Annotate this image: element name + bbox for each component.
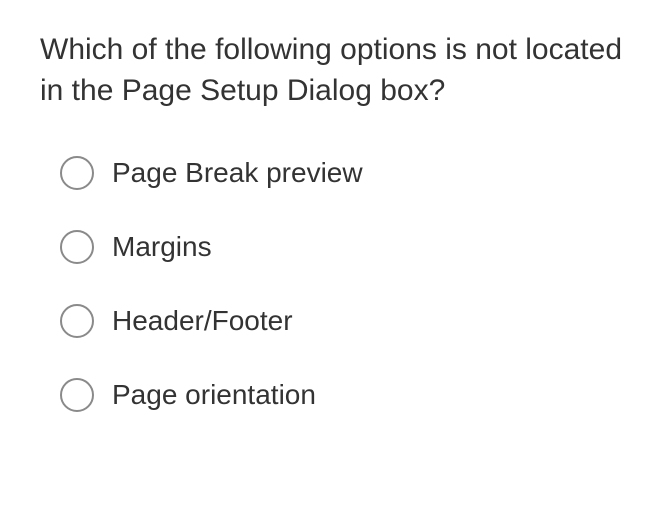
- radio-icon: [60, 230, 94, 264]
- option-label: Page orientation: [112, 379, 316, 411]
- option-row-2[interactable]: Header/Footer: [60, 304, 629, 338]
- option-row-0[interactable]: Page Break preview: [60, 156, 629, 190]
- option-label: Page Break preview: [112, 157, 363, 189]
- radio-icon: [60, 304, 94, 338]
- option-label: Header/Footer: [112, 305, 293, 337]
- radio-icon: [60, 156, 94, 190]
- options-list: Page Break preview Margins Header/Footer…: [40, 156, 629, 412]
- option-label: Margins: [112, 231, 212, 263]
- question-text: Which of the following options is not lo…: [40, 30, 629, 111]
- option-row-3[interactable]: Page orientation: [60, 378, 629, 412]
- radio-icon: [60, 378, 94, 412]
- option-row-1[interactable]: Margins: [60, 230, 629, 264]
